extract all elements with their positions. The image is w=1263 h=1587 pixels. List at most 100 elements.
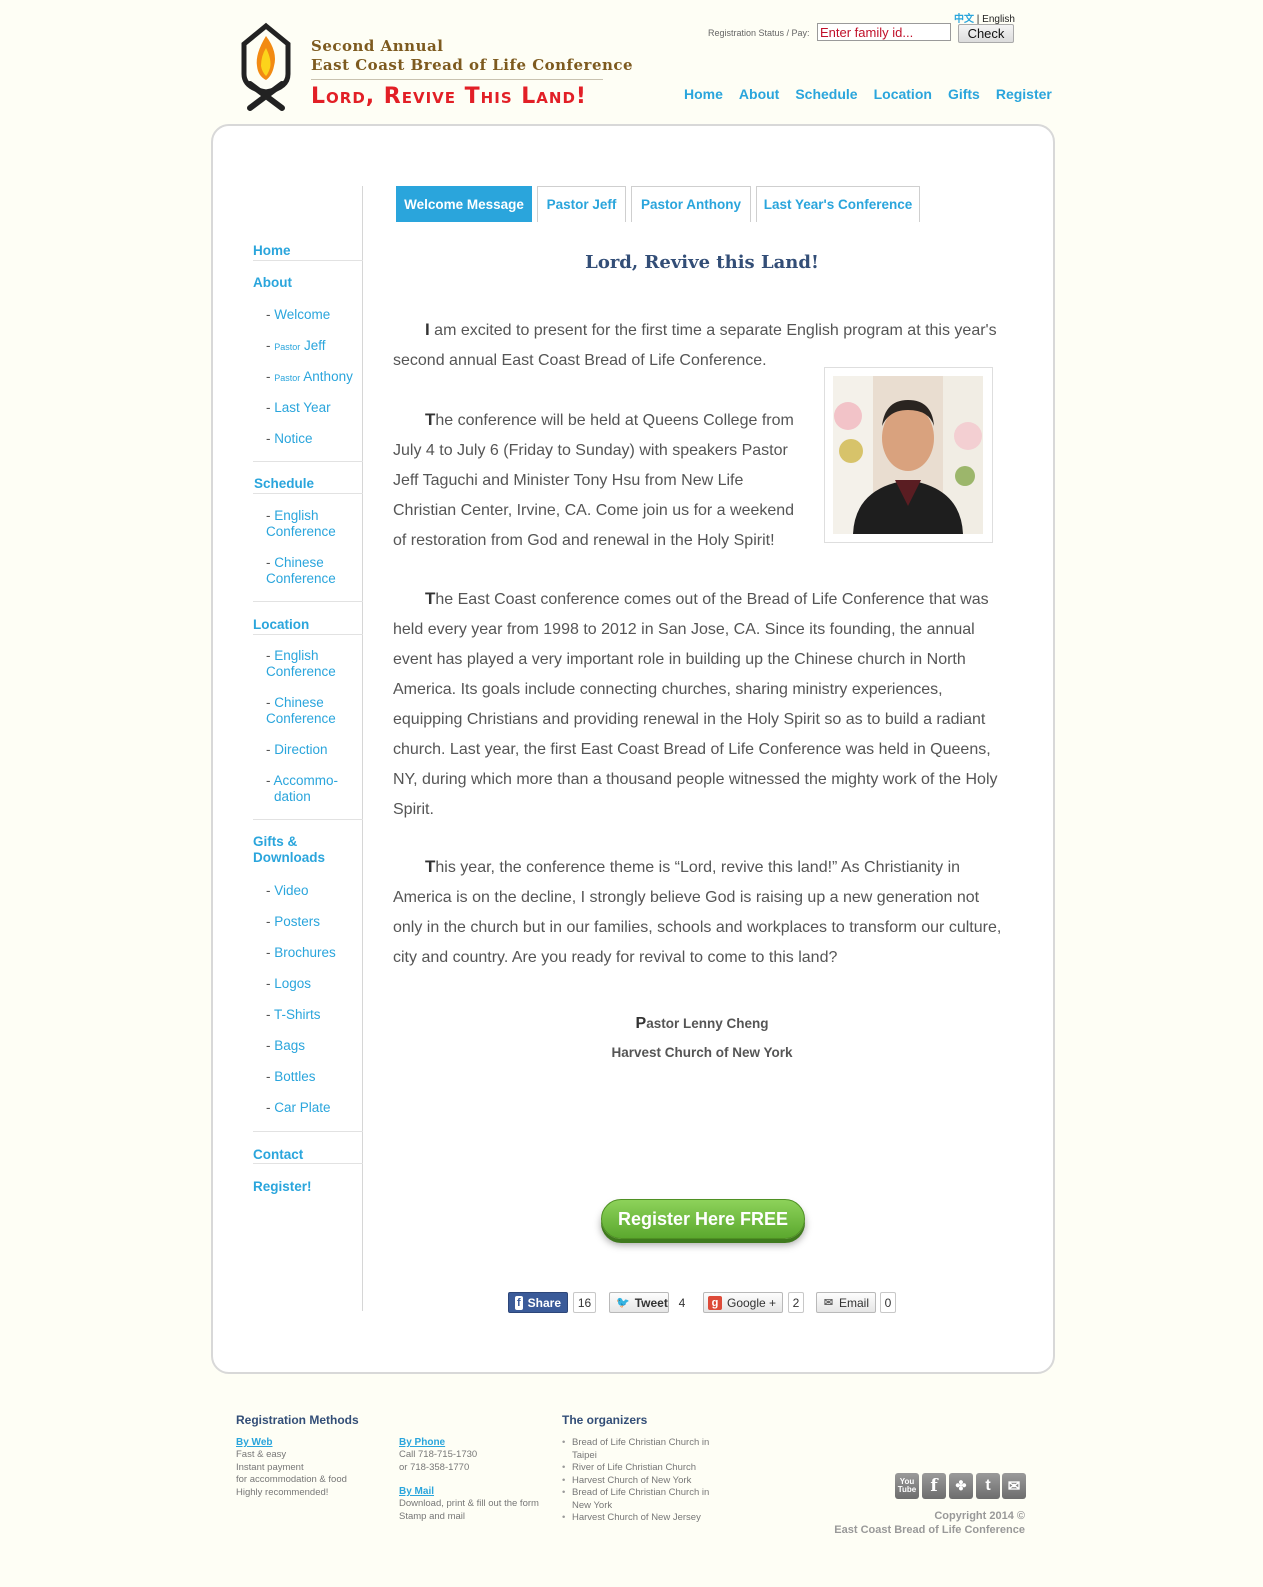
tab-pastor-anthony[interactable]: Pastor Anthony [631,186,751,222]
sidebar-rule [253,1131,363,1132]
sidebar-item-label: Notice [274,431,313,446]
facebook-share-button[interactable]: f Share [508,1292,568,1313]
google-plus-button[interactable]: g Google + [703,1292,783,1313]
sidebar-item-label: Conference [266,571,336,586]
sidebar-register[interactable]: Register! [253,1179,312,1194]
sidebar-item-label: Car Plate [274,1100,331,1115]
language-switcher: 中文 | English [954,10,1015,25]
by-web-description: Fast & easy Instant payment for accommod… [236,1449,347,1499]
dash: - [266,976,271,991]
register-by-web-link[interactable]: By Web [236,1437,273,1448]
sidebar-item-welcome[interactable]: - Welcome [266,307,330,323]
pastor-prefix: Pastor [274,373,301,383]
signature-name: Pastor Lenny Cheng [393,1015,1011,1033]
footer-line: Call 718-715-1730 [399,1449,478,1460]
family-id-input[interactable] [817,23,951,41]
sidebar-home[interactable]: Home [253,243,291,258]
twitter-icon[interactable]: t [976,1473,1000,1499]
sidebar-schedule[interactable]: Schedule [254,476,314,491]
nav-schedule[interactable]: Schedule [795,86,857,102]
sidebar-item-accommodation[interactable]: - Accommo-dation [266,773,338,805]
sidebar-item-schedule-english[interactable]: - English Conference [266,508,336,540]
sidebar-item-label: Video [274,883,309,898]
sidebar-rule [253,819,363,820]
footer-line: Download, print & fill out the form [399,1498,539,1509]
youtube-icon[interactable]: You Tube [895,1473,919,1499]
sidebar-item-pastor-jeff[interactable]: - Pastor Jeff [266,338,326,355]
sidebar-rule [253,260,363,261]
conference-logo[interactable] [236,22,296,114]
email-icon[interactable]: ✉ [1002,1473,1026,1499]
tweet-button[interactable]: 🐦 Tweet [609,1292,669,1313]
nav-location[interactable]: Location [874,86,932,102]
sidebar-item-label: Last Year [274,400,331,415]
sidebar-contact[interactable]: Contact [253,1147,303,1162]
tab-last-years-conference[interactable]: Last Year's Conference [756,186,920,222]
dash: - [266,695,271,710]
paragraph-text: am excited to present for the first time… [393,322,997,369]
register-by-mail-link[interactable]: By Mail [399,1486,434,1497]
paragraph-text: he conference will be held at Queens Col… [393,412,795,549]
sidebar-item-schedule-chinese[interactable]: - Chinese Conference [266,555,336,587]
signature-church: Harvest Church of New York [611,1045,793,1060]
google-plus-icon: g [708,1295,722,1310]
sidebar-about[interactable]: About [253,275,292,290]
sidebar-item-label: Direction [274,742,328,757]
sidebar-item-notice[interactable]: - Notice [266,431,313,447]
dash: - [266,338,271,353]
copyright-line-2: East Coast Bread of Life Conference [834,1524,1025,1536]
facebook-icon[interactable]: f [922,1473,946,1499]
nav-home[interactable]: Home [684,86,723,102]
sidebar-item-label: Anthony [303,369,353,384]
by-mail-description: Download, print & fill out the form Stam… [399,1498,539,1523]
sidebar-item-pastor-anthony[interactable]: - Pastor Anthony [266,369,353,386]
footer-line: Stamp and mail [399,1510,466,1522]
sidebar-item-location-chinese[interactable]: - Chinese Conference [266,695,336,727]
sidebar-item-bottles[interactable]: - Bottles [266,1069,316,1085]
sidebar-item-last-year[interactable]: - Last Year [266,400,331,416]
sidebar-location[interactable]: Location [253,617,309,632]
dash: - [266,555,271,570]
dash: - [266,742,271,757]
nav-about[interactable]: About [739,86,779,102]
footer-registration-heading: Registration Methods [236,1413,359,1427]
email-share-count: 0 [880,1292,896,1313]
sidebar-item-bags[interactable]: - Bags [266,1038,305,1054]
share-label: Share [527,1295,561,1310]
tab-welcome-message[interactable]: Welcome Message [396,186,532,222]
sidebar-item-posters[interactable]: - Posters [266,914,320,930]
myspace-icon[interactable]: ✤ [949,1473,973,1499]
register-here-button[interactable]: Register Here FREE [601,1199,805,1239]
sidebar-item-label: English [274,648,319,663]
tab-pastor-jeff[interactable]: Pastor Jeff [537,186,626,222]
sidebar-item-video[interactable]: - Video [266,883,309,899]
sidebar-item-logos[interactable]: - Logos [266,976,311,992]
brand-divider [311,79,603,80]
sidebar-item-label: Accommo- [273,773,339,788]
email-share-button[interactable]: ✉ Email [816,1292,876,1313]
sidebar-divider [362,186,363,1311]
sidebar-item-tshirts[interactable]: - T-Shirts [266,1007,321,1023]
dash: - [266,773,271,788]
sidebar-rule [253,1163,363,1164]
sidebar-item-car-plate[interactable]: - Car Plate [266,1100,331,1116]
sidebar-gifts-downloads[interactable]: Gifts & Downloads [253,834,325,866]
brand-line-1: Second Annual [311,37,444,55]
sidebar-item-label: Welcome [274,307,331,322]
nav-gifts[interactable]: Gifts [948,86,980,102]
gplus-label: Google + [727,1295,777,1310]
sidebar-item-label: Conference [266,524,336,539]
dash: - [266,307,271,322]
envelope-icon: ✉ [823,1296,834,1309]
nav-register[interactable]: Register [996,86,1052,102]
sidebar-item-location-english[interactable]: - English Conference [266,648,336,680]
top-nav: Home About Schedule Location Gifts Regis… [684,86,1068,102]
sidebar-item-brochures[interactable]: - Brochures [266,945,336,961]
copyright-line-1: Copyright 2014 © [934,1510,1025,1522]
register-by-phone-link[interactable]: By Phone [399,1437,445,1448]
sidebar-item-direction[interactable]: - Direction [266,742,328,758]
dash: - [266,431,271,446]
dash: - [266,1069,271,1084]
check-button[interactable]: Check [958,24,1014,43]
organizer-item: Bread of Life Christian Church in New Yo… [562,1487,722,1512]
